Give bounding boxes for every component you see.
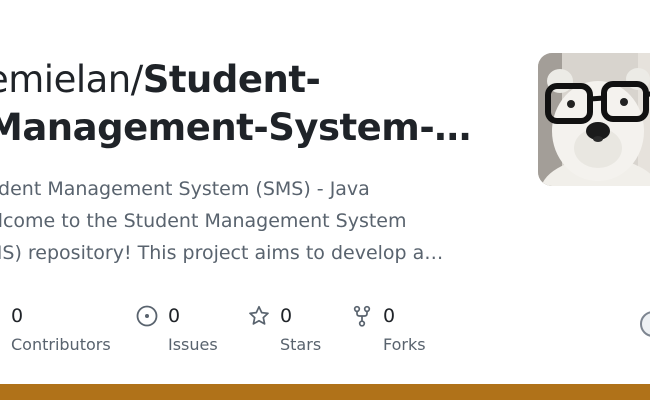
repo-name-line-2: Management-System-…	[0, 106, 471, 149]
language-color-bar	[0, 384, 650, 400]
forks-label: Forks	[383, 335, 426, 354]
description-line: udent Management System (SMS) - Java	[0, 178, 370, 200]
stat-contributors[interactable]: 0 Contributors	[11, 303, 111, 354]
contributors-label: Contributors	[11, 335, 111, 354]
stars-count: 0	[280, 305, 293, 327]
forks-count: 0	[383, 305, 396, 327]
avatar-image	[538, 53, 650, 186]
fork-icon	[353, 305, 371, 327]
github-logo-icon	[640, 311, 650, 337]
owner-avatar	[538, 53, 650, 186]
repo-name-line-1: Student-	[142, 58, 321, 101]
repo-description: udent Management System (SMS) - Java elc…	[0, 173, 486, 269]
description-line: elcome to the Student Management System	[0, 210, 407, 232]
issue-icon	[136, 305, 158, 327]
repo-owner: emielan/	[0, 58, 143, 101]
stat-forks[interactable]: 0 Forks	[350, 303, 426, 354]
stat-issues[interactable]: 0 Issues	[135, 303, 218, 354]
contributors-count: 0	[11, 305, 24, 327]
issues-label: Issues	[168, 335, 218, 354]
stars-label: Stars	[280, 335, 322, 354]
stat-stars[interactable]: 0 Stars	[247, 303, 321, 354]
issues-count: 0	[168, 305, 181, 327]
star-icon	[249, 305, 269, 325]
description-line: MS) repository! This project aims to dev…	[0, 242, 444, 264]
repo-title: emielan/Student- Management-System-…	[0, 56, 506, 152]
